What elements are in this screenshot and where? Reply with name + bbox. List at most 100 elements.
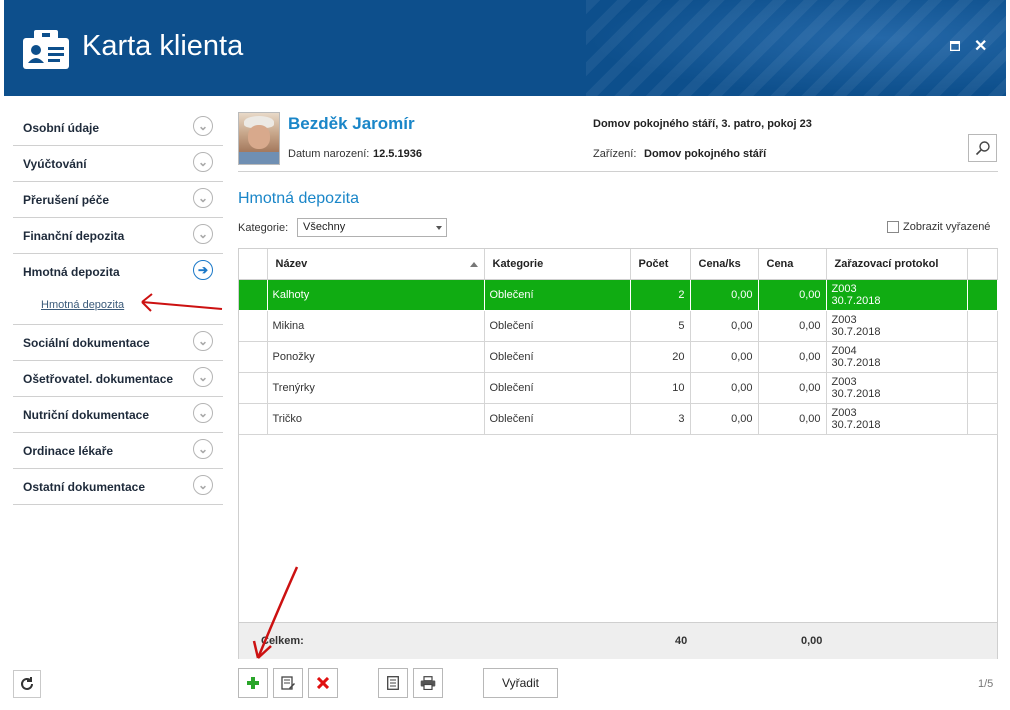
refresh-icon xyxy=(21,677,33,690)
row-indicator xyxy=(239,279,268,311)
sidebar-item-nutricni-dokumentace[interactable]: Nutriční dokumentace ⌄ xyxy=(13,397,223,433)
cell-unit-price: 0,00 xyxy=(690,341,759,373)
chevron-down-circle-icon: ⌄ xyxy=(193,331,213,351)
cell-price: 0,00 xyxy=(758,403,827,435)
delete-button[interactable] xyxy=(308,668,338,698)
filler-cell xyxy=(967,279,998,311)
footer-total-label: Celkem: xyxy=(261,635,304,647)
cell-protocol: Z003 30.7.2018 xyxy=(826,310,968,342)
protocol-date: 30.7.2018 xyxy=(831,419,881,431)
sidebar-item-ostatni-dokumentace[interactable]: Ostatní dokumentace ⌄ xyxy=(13,469,223,505)
print-button[interactable] xyxy=(413,668,443,698)
document-icon xyxy=(387,676,399,690)
client-photo xyxy=(238,112,280,165)
protocol-code: Z003 xyxy=(831,283,857,295)
row-indicator xyxy=(239,341,268,373)
page-indicator: 1/5 xyxy=(978,678,994,690)
column-header-protocol[interactable]: Zařazovací protokol xyxy=(826,249,968,280)
client-name: Bezděk Jaromír xyxy=(288,114,415,133)
footer-count-total: 40 xyxy=(675,635,688,647)
sidebar-item-vyuctovani[interactable]: Vyúčtování ⌄ xyxy=(13,146,223,182)
sidebar-item-label: Ostatní dokumentace xyxy=(23,479,146,494)
cell-count: 2 xyxy=(630,279,691,311)
sidebar-item-label: Sociální dokumentace xyxy=(23,335,150,350)
facility-label: Zařízení: xyxy=(593,148,637,160)
sidebar-item-label: Nutriční dokumentace xyxy=(23,407,150,422)
column-header-unit-price[interactable]: Cena/ks xyxy=(690,249,759,280)
protocol-code: Z003 xyxy=(831,314,857,326)
document-button[interactable] xyxy=(378,668,408,698)
table-row[interactable]: Ponožky Oblečení 20 0,00 0,00 Z004 30.7.2… xyxy=(239,341,998,373)
client-card-icon xyxy=(23,30,69,69)
title-bar-pattern xyxy=(586,0,1006,96)
cell-category: Oblečení xyxy=(484,310,631,342)
sidebar-sublink[interactable]: Hmotná depozita xyxy=(41,299,124,311)
cell-unit-price: 0,00 xyxy=(690,403,759,435)
client-location: Domov pokojného stáří, 3. patro, pokoj 2… xyxy=(593,118,812,130)
table-header-row: Název Kategorie Počet Cena/ks Cena Zařaz… xyxy=(239,249,998,280)
sidebar-item-label: Vyúčtování xyxy=(23,156,87,171)
edit-icon xyxy=(281,676,295,690)
category-select[interactable]: Všechny xyxy=(297,218,447,237)
maximize-icon[interactable] xyxy=(949,38,961,56)
column-header-label: Počet xyxy=(638,258,669,270)
cell-name: Tričko xyxy=(267,403,485,435)
search-button[interactable] xyxy=(968,134,997,162)
sidebar-item-label: Finanční depozita xyxy=(23,228,125,243)
table-row[interactable]: Mikina Oblečení 5 0,00 0,00 Z003 30.7.201… xyxy=(239,310,998,342)
sidebar-item-osobni-udaje[interactable]: Osobní údaje ⌄ xyxy=(13,110,223,146)
row-indicator xyxy=(239,403,268,435)
row-indicator-header xyxy=(239,249,268,280)
cell-count: 3 xyxy=(630,403,691,435)
refresh-button[interactable] xyxy=(13,670,41,698)
sidebar-item-hmotna-depozita[interactable]: Hmotná depozita ➔ xyxy=(13,254,223,289)
column-header-label: Cena xyxy=(766,258,794,270)
title-bar: Karta klienta ✕ xyxy=(4,0,1006,96)
sidebar-item-preruseni-pece[interactable]: Přerušení péče ⌄ xyxy=(13,182,223,218)
cell-category: Oblečení xyxy=(484,341,631,373)
remove-button[interactable]: Vyřadit xyxy=(483,668,558,698)
arrow-right-circle-icon: ➔ xyxy=(193,260,213,280)
section-title: Hmotná depozita xyxy=(238,190,359,207)
cell-count: 10 xyxy=(630,372,691,404)
protocol-date: 30.7.2018 xyxy=(831,295,881,307)
column-header-category[interactable]: Kategorie xyxy=(484,249,631,280)
table-row[interactable]: Trenýrky Oblečení 10 0,00 0,00 Z003 30.7.… xyxy=(239,372,998,404)
close-icon[interactable]: ✕ xyxy=(974,36,987,56)
add-button[interactable] xyxy=(238,668,268,698)
column-header-count[interactable]: Počet xyxy=(630,249,691,280)
protocol-code: Z004 xyxy=(831,345,857,357)
sidebar-item-label: Osobní údaje xyxy=(23,120,100,135)
cell-category: Oblečení xyxy=(484,372,631,404)
sidebar-item-label: Přerušení péče xyxy=(23,192,110,207)
sidebar-item-socialni-dokumentace[interactable]: Sociální dokumentace ⌄ xyxy=(13,325,223,361)
photo-face xyxy=(248,125,270,149)
chevron-down-circle-icon: ⌄ xyxy=(193,367,213,387)
chevron-down-circle-icon: ⌄ xyxy=(193,188,213,208)
table-row[interactable]: Kalhoty Oblečení 2 0,00 0,00 Z003 30.7.20… xyxy=(239,279,998,311)
sidebar-item-ordinace-lekare[interactable]: Ordinace lékaře ⌄ xyxy=(13,433,223,469)
protocol-date: 30.7.2018 xyxy=(831,357,881,369)
column-header-price[interactable]: Cena xyxy=(758,249,827,280)
edit-button[interactable] xyxy=(273,668,303,698)
cell-name: Kalhoty xyxy=(267,279,485,311)
cell-protocol: Z004 30.7.2018 xyxy=(826,341,968,373)
chevron-down-circle-icon: ⌄ xyxy=(193,152,213,172)
cell-unit-price: 0,00 xyxy=(690,310,759,342)
sidebar-item-label: Hmotná depozita xyxy=(23,264,120,279)
show-removed-checkbox[interactable] xyxy=(887,221,899,233)
sidebar-item-financni-depozita[interactable]: Finanční depozita ⌄ xyxy=(13,218,223,254)
filler-cell xyxy=(967,310,998,342)
category-select-value: Všechny xyxy=(303,221,346,233)
column-header-name[interactable]: Název xyxy=(267,249,485,280)
cell-category: Oblečení xyxy=(484,279,631,311)
sidebar-subitem-hmotna-depozita: Hmotná depozita xyxy=(13,289,223,325)
photo-shirt xyxy=(239,152,279,164)
sidebar-item-osetrovatel-dokumentace[interactable]: Ošetřovatel. dokumentace ⌄ xyxy=(13,361,223,397)
birth-date-label: Datum narození: xyxy=(288,148,370,160)
protocol-code: Z003 xyxy=(831,376,857,388)
facility-value: Domov pokojného stáří xyxy=(644,148,767,160)
protocol-code: Z003 xyxy=(831,407,857,419)
table-row[interactable]: Tričko Oblečení 3 0,00 0,00 Z003 30.7.201… xyxy=(239,403,998,435)
cell-price: 0,00 xyxy=(758,279,827,311)
